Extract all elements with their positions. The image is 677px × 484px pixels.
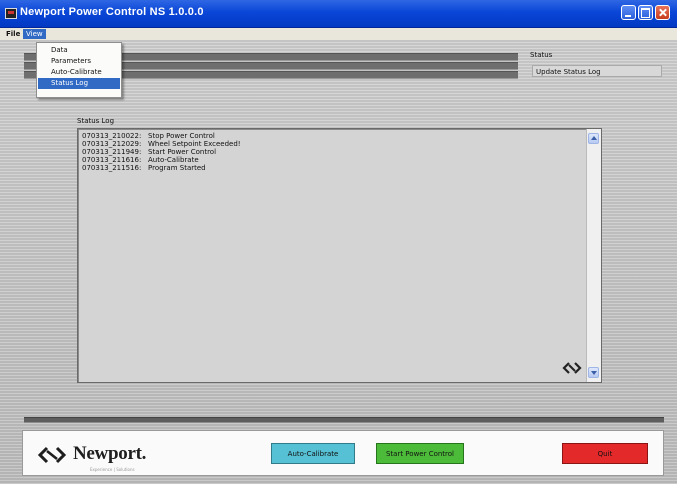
log-entry-time: 070313_211949: bbox=[82, 148, 142, 156]
view-menu-dropdown: Data Parameters Auto-Calibrate Status Lo… bbox=[36, 42, 122, 98]
log-entry-message: Wheel Setpoint Exceeded! bbox=[148, 140, 241, 148]
auto-calibrate-button[interactable]: Auto-Calibrate bbox=[271, 443, 355, 464]
view-menu-item-data[interactable]: Data bbox=[38, 45, 120, 56]
divider bbox=[24, 417, 664, 423]
log-entry: 070313_212029: Wheel Setpoint Exceeded! bbox=[82, 140, 241, 148]
close-icon[interactable] bbox=[655, 5, 670, 20]
log-entry: 070313_211616: Auto-Calibrate bbox=[82, 156, 241, 164]
status-log-scrollbar[interactable] bbox=[586, 129, 601, 382]
scroll-up-icon[interactable] bbox=[588, 133, 599, 144]
log-entry-time: 070313_212029: bbox=[82, 140, 142, 148]
newport-logo-icon bbox=[37, 446, 67, 464]
view-menu-item-auto-calibrate[interactable]: Auto-Calibrate bbox=[38, 67, 120, 78]
start-power-control-button[interactable]: Start Power Control bbox=[376, 443, 464, 464]
scroll-down-icon[interactable] bbox=[588, 367, 599, 378]
minimize-icon[interactable] bbox=[621, 5, 636, 20]
status-log-label: Status Log bbox=[77, 117, 115, 125]
log-entry-time: 070313_211516: bbox=[82, 164, 142, 172]
status-field: Update Status Log bbox=[532, 65, 662, 77]
menu-view[interactable]: View bbox=[23, 29, 46, 39]
brand-tagline: Experience | Solutions bbox=[90, 467, 135, 472]
newport-logo-icon bbox=[562, 362, 582, 374]
brand-name: Newport. bbox=[73, 443, 147, 464]
status-log-lines: 070313_210022: Stop Power Control 070313_… bbox=[82, 132, 241, 172]
log-entry: 070313_211516: Program Started bbox=[82, 164, 241, 172]
maximize-icon[interactable] bbox=[638, 5, 653, 20]
control-panel: Newport. Experience | Solutions Auto-Cal… bbox=[22, 430, 664, 476]
menu-file[interactable]: File bbox=[3, 29, 23, 39]
log-entry-message: Stop Power Control bbox=[148, 132, 215, 140]
status-label: Status bbox=[530, 51, 553, 59]
quit-button[interactable]: Quit bbox=[562, 443, 648, 464]
log-entry-message: Start Power Control bbox=[148, 148, 217, 156]
status-log-box[interactable]: 070313_210022: Stop Power Control 070313_… bbox=[77, 128, 602, 383]
log-entry-message: Program Started bbox=[148, 164, 206, 172]
app-icon[interactable] bbox=[5, 8, 17, 19]
menu-bar: File View bbox=[0, 28, 677, 40]
title-bar: Newport Power Control NS 1.0.0.0 bbox=[0, 0, 677, 28]
log-entry-message: Auto-Calibrate bbox=[148, 156, 199, 164]
window-title: Newport Power Control NS 1.0.0.0 bbox=[20, 6, 204, 18]
log-entry-time: 070313_211616: bbox=[82, 156, 142, 164]
view-menu-item-status-log[interactable]: Status Log bbox=[38, 78, 120, 89]
view-menu-item-parameters[interactable]: Parameters bbox=[38, 56, 120, 67]
log-entry: 070313_211949: Start Power Control bbox=[82, 148, 241, 156]
log-entry: 070313_210022: Stop Power Control bbox=[82, 132, 241, 140]
log-entry-time: 070313_210022: bbox=[82, 132, 142, 140]
